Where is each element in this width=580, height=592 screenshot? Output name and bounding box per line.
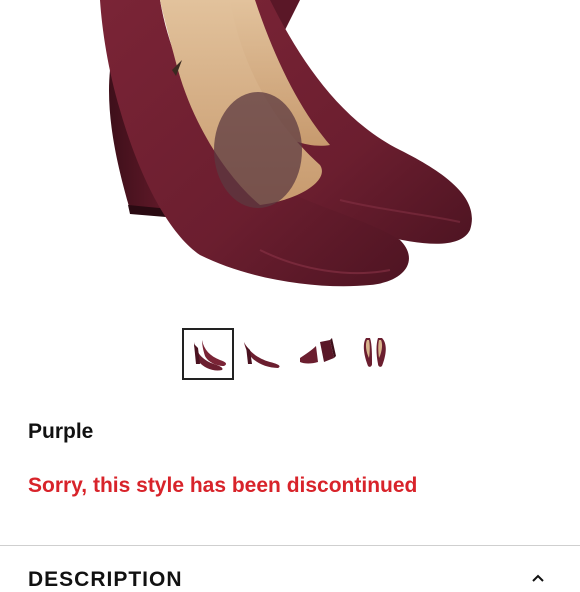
thumbnail-gallery xyxy=(0,328,580,382)
chevron-up-icon[interactable] xyxy=(532,572,544,584)
thumbnail-3-pair-back[interactable] xyxy=(294,328,346,380)
thumbnail-2-single-side[interactable] xyxy=(238,328,290,380)
description-title: DESCRIPTION xyxy=(28,568,183,591)
product-image[interactable] xyxy=(0,0,580,310)
selected-color-label: Purple xyxy=(28,420,94,443)
thumbnail-4-top[interactable] xyxy=(350,328,402,380)
description-accordion-header[interactable]: DESCRIPTION xyxy=(0,546,580,591)
thumbnail-1-pair-side[interactable] xyxy=(182,328,234,380)
discontinued-message: Sorry, this style has been discontinued xyxy=(28,474,418,497)
